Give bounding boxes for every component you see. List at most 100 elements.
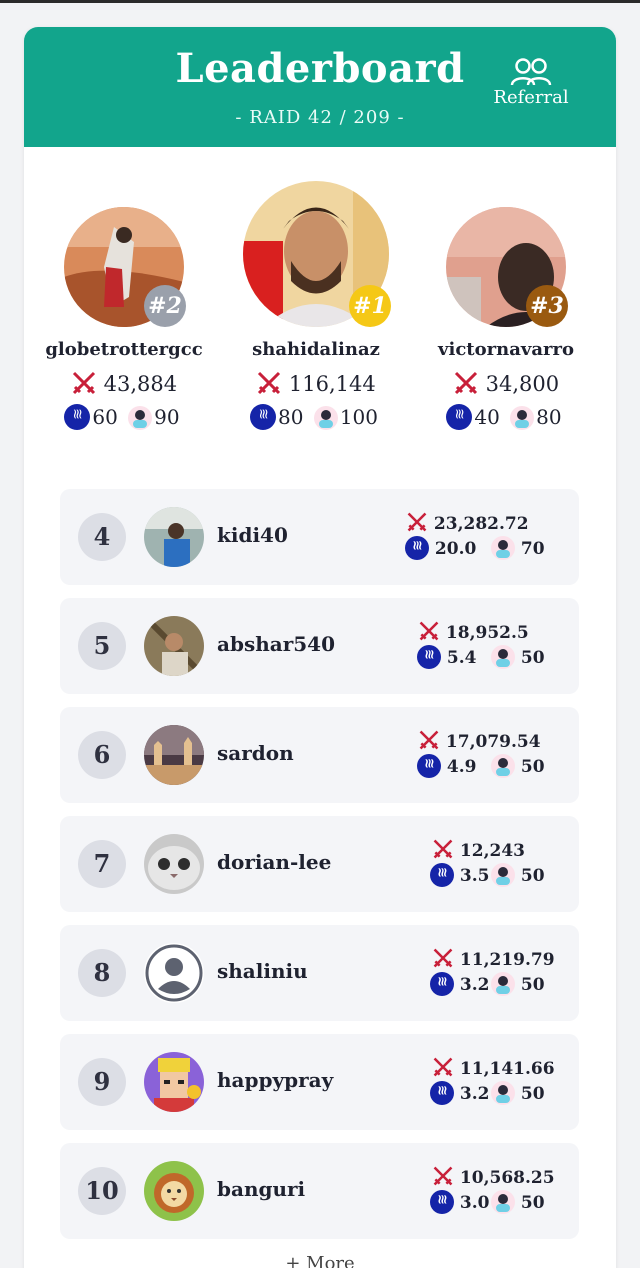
score-value: 23,282.72 (433, 514, 529, 534)
sp-line: 20.0 (405, 536, 476, 560)
rank-badge: #2 (144, 285, 186, 327)
sp-value: 3.0 (459, 1193, 490, 1213)
steem-coin-icon (417, 754, 441, 778)
steem-coin-icon (430, 1190, 454, 1214)
player-name: shahidalinaz (252, 339, 380, 360)
score-line: 12,243 (432, 838, 525, 861)
leaderboard-row[interactable]: 6 sardon 17,079.54 4.9 50 (60, 707, 579, 803)
score-value: 11,219.79 (459, 950, 555, 970)
leaderboard-card: Leaderboard - RAID 42 / 209 - Referral #… (24, 27, 616, 1268)
rank-badge: #1 (349, 285, 391, 327)
rank-number: 8 (78, 949, 126, 997)
cards-value: 50 (520, 866, 545, 886)
leaderboard-row[interactable]: 7 dorian-lee 12,243 3.5 50 (60, 816, 579, 912)
rank-badge-label: #2 (148, 293, 182, 319)
cards-line: 50 (491, 754, 545, 778)
avatar (144, 725, 204, 785)
sp-value: 5.4 (446, 648, 477, 668)
leaderboard-row[interactable]: 10 banguri 10,568.25 3.0 50 (60, 1143, 579, 1239)
more-link[interactable]: + More (24, 1253, 616, 1268)
steem-coin-icon (446, 404, 473, 430)
rank-badge-label: #1 (353, 293, 387, 319)
sp-line: 3.2 (430, 1081, 490, 1105)
podium-item-third[interactable]: #3 victornavarro 34,800 40 80 (426, 207, 586, 430)
player-name: banguri (217, 1177, 306, 1201)
users-icon (510, 58, 552, 86)
player-name: globetrottergcc (45, 339, 203, 360)
card-avatar-icon (491, 754, 515, 778)
cards-line: 50 (491, 863, 545, 887)
sp-line: 4.9 (417, 754, 477, 778)
cards-value: 50 (520, 648, 545, 668)
leaderboard-row[interactable]: 5 abshar540 18,952.5 5.4 50 (60, 598, 579, 694)
top-border (0, 0, 640, 3)
card-avatar-icon (491, 645, 515, 669)
sp-line: 3.2 (430, 972, 490, 996)
crossed-swords-icon (72, 371, 95, 395)
player-name: sardon (217, 741, 294, 765)
rank-number: 5 (78, 622, 126, 670)
default-avatar-icon (144, 943, 204, 1003)
score-value: 18,952.5 (445, 623, 529, 643)
score-line: 10,568.25 (432, 1165, 555, 1188)
cards-line: 50 (491, 1190, 545, 1214)
cards-value: 100 (339, 405, 378, 429)
sp-line: 5.4 (417, 645, 477, 669)
podium-item-second[interactable]: #2 globetrottergcc 43,884 60 90 (44, 207, 204, 430)
card-avatar-icon (491, 536, 515, 560)
cards-value: 80 (536, 405, 562, 429)
player-name: victornavarro (438, 339, 574, 360)
rank-number: 9 (78, 1058, 126, 1106)
score-value: 12,243 (459, 841, 525, 861)
score-value: 11,141.66 (459, 1059, 555, 1079)
avatar (144, 1161, 204, 1221)
crossed-swords-icon (407, 512, 427, 532)
leaderboard-row[interactable]: 8 shaliniu 11,219.79 3.2 50 (60, 925, 579, 1021)
rank-number: 7 (78, 840, 126, 888)
leaderboard-row[interactable]: 4 kidi40 23,282.72 20.0 70 (60, 489, 579, 585)
crossed-swords-icon (454, 371, 477, 395)
crossed-swords-icon (258, 371, 281, 395)
card-avatar-icon (510, 406, 535, 430)
avatar (144, 1052, 204, 1112)
referral-button[interactable]: Referral (484, 57, 578, 117)
leaderboard-header: Leaderboard - RAID 42 / 209 - Referral (24, 27, 616, 147)
sp-value: 4.9 (446, 757, 477, 777)
sp-line: 3.0 (430, 1190, 490, 1214)
referral-label: Referral (493, 87, 569, 108)
sp-value: 3.5 (459, 866, 490, 886)
card-avatar-icon (491, 863, 515, 887)
score-line: 17,079.54 (418, 729, 541, 752)
crossed-swords-icon (433, 1166, 453, 1186)
score-line: 11,219.79 (432, 947, 555, 970)
rank-number: 6 (78, 731, 126, 779)
steem-coin-icon (430, 972, 454, 996)
player-name: shaliniu (217, 959, 308, 983)
avatar (144, 616, 204, 676)
steem-coin-icon (64, 404, 91, 430)
score-value: 43,884 (103, 372, 178, 396)
leaderboard-row[interactable]: 9 happypray 11,141.66 3.2 50 (60, 1034, 579, 1130)
cards-value: 50 (520, 757, 545, 777)
rank-number: 10 (78, 1167, 126, 1215)
rank-number: 4 (78, 513, 126, 561)
card-avatar-icon (313, 406, 338, 430)
score-value: 116,144 (288, 372, 376, 396)
cards-line: 50 (491, 1081, 545, 1105)
avatar (144, 834, 204, 894)
podium: #2 globetrottergcc 43,884 60 90 (24, 177, 616, 457)
rank-badge-label: #3 (530, 293, 564, 319)
avatar (144, 507, 204, 567)
cards-line: 50 (491, 972, 545, 996)
score-line: 43,884 (44, 370, 204, 396)
card-avatar-icon (128, 406, 153, 430)
cards-value: 50 (520, 975, 545, 995)
score-line: 23,282.72 (406, 511, 529, 534)
card-avatar-icon (491, 1190, 515, 1214)
stats-line: 60 90 (44, 404, 204, 430)
sp-value: 40 (474, 405, 500, 429)
cards-line: 50 (491, 645, 545, 669)
score-value: 34,800 (485, 372, 560, 396)
podium-item-first[interactable]: #1 shahidalinaz 116,144 80 100 (236, 181, 396, 430)
steem-coin-icon (405, 536, 429, 560)
